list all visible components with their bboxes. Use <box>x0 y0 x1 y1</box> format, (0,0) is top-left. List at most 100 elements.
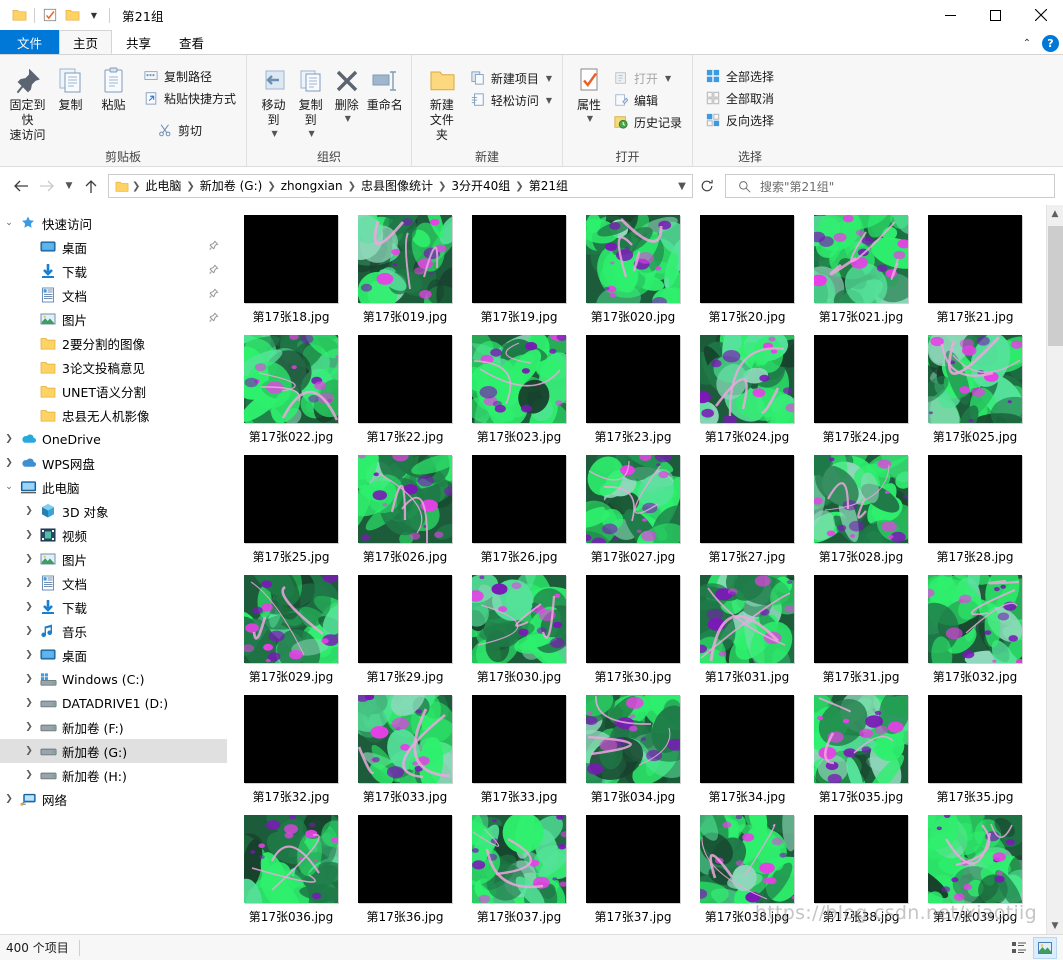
chevron-right-icon[interactable]: ❯ <box>20 722 38 732</box>
help-button[interactable]: ? <box>1042 35 1059 52</box>
nav-item-15[interactable]: ❯ 文档 <box>0 571 227 595</box>
new-item-button[interactable]: 新建项目 ▼ <box>466 67 556 89</box>
file-item[interactable]: 第17张020.jpg <box>576 211 690 331</box>
maximize-button[interactable] <box>973 0 1018 30</box>
file-thumbnail[interactable] <box>814 335 908 423</box>
nav-item-4[interactable]: 图片 <box>0 307 227 331</box>
chevron-right-icon[interactable]: ❯ <box>0 434 18 444</box>
file-thumbnail[interactable] <box>586 575 680 663</box>
rename-button[interactable]: 重命名 <box>364 61 405 116</box>
file-item[interactable]: 第17张035.jpg <box>804 691 918 811</box>
folder-icon[interactable] <box>8 4 30 26</box>
file-thumbnail[interactable] <box>814 815 908 903</box>
file-item[interactable] <box>576 931 690 934</box>
file-item[interactable]: 第17张19.jpg <box>462 211 576 331</box>
copy-path-button[interactable]: 复制路径 <box>139 65 240 87</box>
nav-item-22[interactable]: ❯ 新加卷 (G:) <box>0 739 227 763</box>
file-item[interactable]: 第17张019.jpg <box>348 211 462 331</box>
chevron-down-icon[interactable]: ▼ <box>546 96 552 105</box>
file-item[interactable]: 第17张34.jpg <box>690 691 804 811</box>
easy-access-button[interactable]: 轻松访问 ▼ <box>466 89 556 111</box>
file-item[interactable]: 第17张038.jpg <box>690 811 804 931</box>
breadcrumb-separator[interactable]: ❯ <box>514 181 524 192</box>
file-item[interactable]: 第17张23.jpg <box>576 331 690 451</box>
nav-item-14[interactable]: ❯ 图片 <box>0 547 227 571</box>
pin-to-quick-access-button[interactable]: 固定到快 速访问 <box>6 61 49 146</box>
chevron-right-icon[interactable]: ❯ <box>20 554 38 564</box>
chevron-down-icon[interactable]: ▼ <box>672 181 692 192</box>
search-input[interactable]: 搜索"第21组" <box>760 178 834 195</box>
copy-button[interactable]: 复制 <box>49 61 92 116</box>
file-item[interactable]: 第17张20.jpg <box>690 211 804 331</box>
back-button[interactable] <box>8 173 34 199</box>
nav-item-20[interactable]: ❯ DATADRIVE1 (D:) <box>0 691 227 715</box>
breadcrumb-item-1[interactable]: 新加卷 (G:) <box>196 175 267 197</box>
file-thumbnail[interactable] <box>814 575 908 663</box>
file-item[interactable]: 第17张032.jpg <box>918 571 1032 691</box>
file-thumbnail[interactable] <box>700 815 794 903</box>
tab-view[interactable]: 查看 <box>165 30 218 54</box>
nav-item-11[interactable]: ⌄ 此电脑 <box>0 475 227 499</box>
nav-item-8[interactable]: 忠县无人机影像 <box>0 403 227 427</box>
chevron-up-icon[interactable]: ⌃ <box>1018 38 1036 49</box>
file-thumbnail[interactable] <box>700 455 794 543</box>
file-thumbnail[interactable] <box>472 455 566 543</box>
file-thumbnail[interactable] <box>814 455 908 543</box>
select-all-button[interactable]: 全部选择 <box>701 65 778 87</box>
chevron-down-icon[interactable]: ⌄ <box>0 218 18 228</box>
open-button[interactable]: 打开 ▼ <box>609 67 686 89</box>
forward-button[interactable] <box>34 173 60 199</box>
nav-item-24[interactable]: ❯ 网络 <box>0 787 227 811</box>
breadcrumb-separator[interactable]: ❯ <box>131 181 141 192</box>
file-item[interactable]: 第17张028.jpg <box>804 451 918 571</box>
breadcrumb[interactable]: ❯ 此电脑 ❯ 新加卷 (G:) ❯ zhongxian ❯ 忠县图像统计 ❯ … <box>108 174 693 198</box>
file-thumbnail[interactable] <box>928 695 1022 783</box>
checklist-icon[interactable] <box>39 4 61 26</box>
nav-item-9[interactable]: ❯ OneDrive <box>0 427 227 451</box>
nav-item-17[interactable]: ❯ 音乐 <box>0 619 227 643</box>
file-item[interactable]: 第17张29.jpg <box>348 571 462 691</box>
file-item[interactable]: 第17张32.jpg <box>234 691 348 811</box>
scrollbar-thumb[interactable] <box>1047 226 1063 346</box>
file-item[interactable] <box>462 931 576 934</box>
breadcrumb-separator[interactable]: ❯ <box>347 181 357 192</box>
file-item[interactable]: 第17张31.jpg <box>804 571 918 691</box>
chevron-down-icon[interactable]: ▼ <box>587 111 593 126</box>
file-thumbnail[interactable] <box>700 335 794 423</box>
search-box[interactable]: 搜索"第21组" <box>725 174 1055 198</box>
file-thumbnail[interactable] <box>700 215 794 303</box>
nav-item-13[interactable]: ❯ 视频 <box>0 523 227 547</box>
chevron-down-icon[interactable]: ▼ <box>665 74 671 83</box>
chevron-down-icon[interactable]: ▼ <box>83 4 105 26</box>
file-item[interactable]: 第17张024.jpg <box>690 331 804 451</box>
breadcrumb-item-2[interactable]: zhongxian <box>277 175 347 197</box>
file-thumbnail[interactable] <box>814 695 908 783</box>
recent-locations-button[interactable]: ▼ <box>60 173 78 199</box>
nav-item-16[interactable]: ❯ 下载 <box>0 595 227 619</box>
nav-item-5[interactable]: 2要分割的图像 <box>0 331 227 355</box>
breadcrumb-item-3[interactable]: 忠县图像统计 <box>357 175 437 197</box>
scroll-up-button[interactable]: ▲ <box>1047 205 1063 222</box>
file-thumbnail[interactable] <box>586 215 680 303</box>
file-item[interactable]: 第17张023.jpg <box>462 331 576 451</box>
file-thumbnail[interactable] <box>586 815 680 903</box>
paste-shortcut-button[interactable]: 粘贴快捷方式 <box>139 87 240 109</box>
file-thumbnail[interactable] <box>244 815 338 903</box>
file-item[interactable]: 第17张039.jpg <box>918 811 1032 931</box>
chevron-right-icon[interactable]: ❯ <box>20 578 38 588</box>
cut-button[interactable]: 剪切 <box>153 119 240 141</box>
file-thumbnail[interactable] <box>472 815 566 903</box>
file-item[interactable]: 第17张021.jpg <box>804 211 918 331</box>
file-item[interactable]: 第17张21.jpg <box>918 211 1032 331</box>
file-item[interactable]: 第17张38.jpg <box>804 811 918 931</box>
breadcrumb-separator[interactable]: ❯ <box>185 181 195 192</box>
file-item[interactable]: 第17张28.jpg <box>918 451 1032 571</box>
nav-item-0[interactable]: ⌄ 快速访问 <box>0 211 227 235</box>
chevron-down-icon[interactable]: ⌄ <box>0 482 18 492</box>
invert-selection-button[interactable]: 反向选择 <box>701 109 778 131</box>
scroll-down-button[interactable]: ▼ <box>1047 917 1063 934</box>
breadcrumb-separator[interactable]: ❯ <box>266 181 276 192</box>
chevron-right-icon[interactable]: ❯ <box>20 770 38 780</box>
file-item[interactable]: 第17张036.jpg <box>234 811 348 931</box>
tab-share[interactable]: 共享 <box>112 30 165 54</box>
